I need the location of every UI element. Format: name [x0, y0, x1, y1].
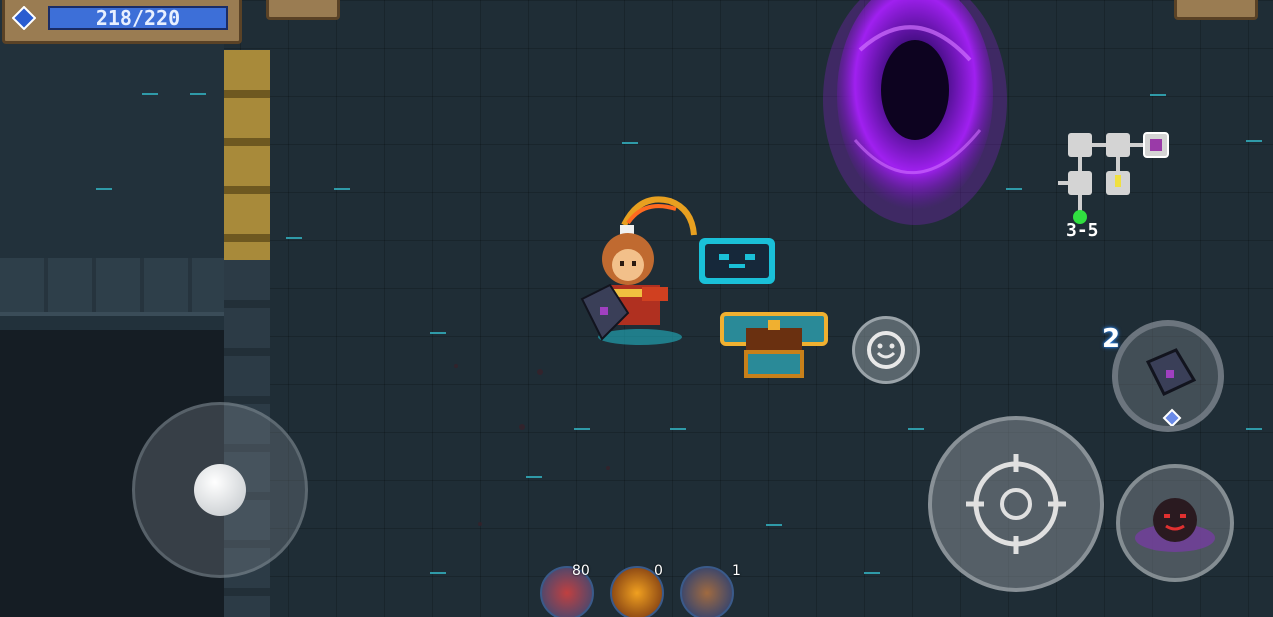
- game-viewport: 218/220 3-5 2 80 0 1: [0, 0, 1273, 617]
- attack-button[interactable]: [928, 416, 1104, 592]
- buff-count: 80: [572, 563, 590, 579]
- mana-crystal-icon: [12, 6, 36, 30]
- weapon-count: 2: [1102, 324, 1121, 354]
- hero-monkey-king: [580, 196, 697, 345]
- buff-count: 1: [732, 563, 741, 579]
- emote-button[interactable]: [852, 316, 920, 384]
- dark-cube-weapon-icon: [1145, 348, 1197, 428]
- level-indicator: 3-5: [1066, 220, 1099, 241]
- skill-button[interactable]: [1116, 464, 1234, 582]
- top-menu-button[interactable]: [266, 0, 340, 20]
- buff-count: 0: [654, 563, 663, 579]
- monkey-skill-icon: [1135, 498, 1215, 552]
- weapon-swap-button[interactable]: [1112, 320, 1224, 432]
- joystick-knob[interactable]: [194, 464, 246, 516]
- robot-pet: [699, 238, 775, 284]
- smiley-icon: [867, 331, 905, 369]
- purple-portal[interactable]: [820, 0, 1010, 230]
- crosshair-icon: [966, 454, 1066, 554]
- mana-value: 218/220: [95, 6, 181, 30]
- treasure-chest[interactable]: [720, 310, 828, 382]
- shield-buff-icon: [680, 566, 734, 617]
- pause-button[interactable]: [1174, 0, 1258, 20]
